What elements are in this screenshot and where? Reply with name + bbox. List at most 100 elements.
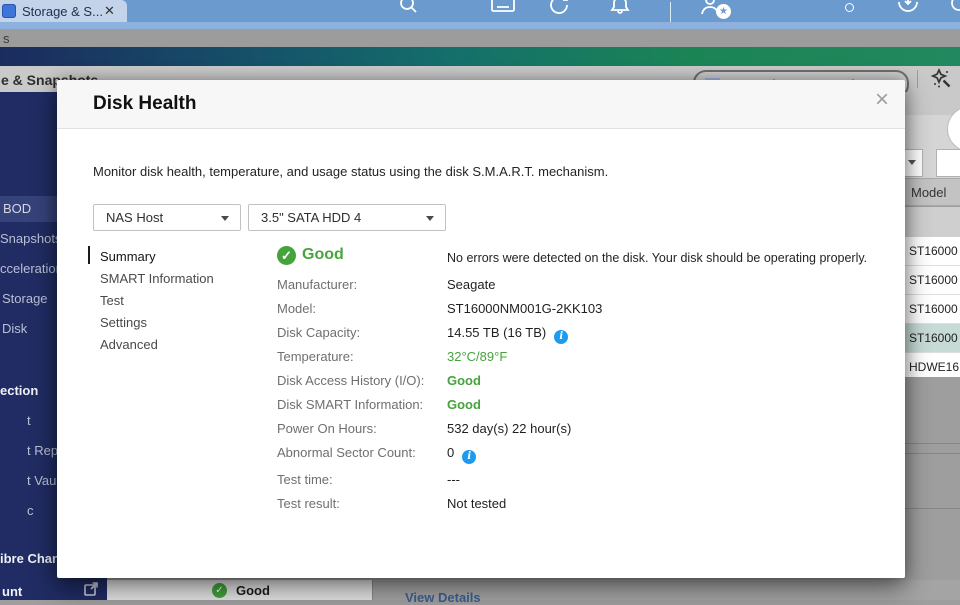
sidebar-item-vjbod[interactable]: BOD xyxy=(3,201,31,216)
chevron-down-icon xyxy=(908,160,916,165)
desktop-icon[interactable] xyxy=(490,0,516,16)
field-value: Seagate xyxy=(447,277,495,292)
disk-select-value: 3.5" SATA HDD 4 xyxy=(261,210,361,225)
field-disk-smart-information: Disk SMART Information:Good xyxy=(277,397,481,413)
search-icon[interactable] xyxy=(398,0,420,16)
disk-select[interactable]: 3.5" SATA HDD 4 xyxy=(248,204,446,231)
banner-gradient xyxy=(0,47,960,66)
disk-health-dialog: Disk Health × Monitor disk health, tempe… xyxy=(57,80,905,578)
field-label: Test time: xyxy=(277,472,447,487)
table-row[interactable]: ST16000 xyxy=(905,266,960,295)
admin-star-icon: ★ xyxy=(716,4,731,19)
field-label: Disk Capacity: xyxy=(277,325,447,340)
info-icon[interactable]: i xyxy=(462,450,476,464)
field-label: Disk SMART Information: xyxy=(277,397,447,412)
field-model: Model:ST16000NM001G-2KK103 xyxy=(277,301,602,317)
field-label: Disk Access History (I/O): xyxy=(277,373,447,388)
tab-summary[interactable]: Summary xyxy=(100,249,156,264)
field-value: Good xyxy=(447,373,481,388)
taskbar-edge xyxy=(0,22,960,29)
tab-advanced[interactable]: Advanced xyxy=(100,337,158,352)
filter-dropdown[interactable] xyxy=(905,149,923,177)
chevron-down-icon xyxy=(426,216,434,221)
sidebar-item-iscsi[interactable]: c xyxy=(27,503,34,518)
disk-rows: ST16000 ST16000 ST16000 ST16000 HDWE16 xyxy=(905,237,960,382)
divider xyxy=(905,508,960,509)
field-value: Not tested xyxy=(447,496,506,511)
dialog-description: Monitor disk health, temperature, and us… xyxy=(93,164,608,179)
field-manufacturer: Manufacturer:Seagate xyxy=(277,277,495,293)
field-label: Abnormal Sector Count: xyxy=(277,445,447,460)
refresh-icon[interactable] xyxy=(548,0,572,16)
divider xyxy=(905,443,960,444)
chevron-down-icon xyxy=(221,216,229,221)
sidebar-item-snapshot[interactable]: t xyxy=(27,413,31,428)
health-status: Good xyxy=(302,246,344,264)
help-icon[interactable] xyxy=(948,0,960,16)
info-icon[interactable]: i xyxy=(554,330,568,344)
sidebar-item-acceleration[interactable]: cceleration xyxy=(0,261,63,276)
field-value: 32°C/89°F xyxy=(447,349,507,364)
field-label: Power On Hours: xyxy=(277,421,447,436)
storage-app-icon xyxy=(2,4,16,18)
dialog-title: Disk Health xyxy=(93,93,196,115)
good-check-icon: ✓ xyxy=(277,246,296,265)
health-check-icon: ✓ xyxy=(212,583,227,598)
adjacent-control[interactable] xyxy=(936,149,960,177)
sidebar-item-storage[interactable]: Storage xyxy=(2,291,48,306)
status-dot-icon xyxy=(845,3,854,12)
host-select[interactable]: NAS Host xyxy=(93,204,241,231)
tab-test[interactable]: Test xyxy=(100,293,124,308)
field-label: Model: xyxy=(277,301,447,316)
menu-fragment: s xyxy=(3,31,10,46)
field-temperature: Temperature:32°C/89°F xyxy=(277,349,507,365)
tab-close-icon[interactable]: ✕ xyxy=(104,3,115,19)
field-disk-access-history: Disk Access History (I/O):Good xyxy=(277,373,481,389)
field-test-result: Test result:Not tested xyxy=(277,496,506,512)
field-value: ST16000NM001G-2KK103 xyxy=(447,301,602,316)
sidebar-item-snapshots[interactable]: Snapshots xyxy=(0,231,61,246)
field-value: --- xyxy=(447,472,460,487)
field-disk-capacity: Disk Capacity:14.55 TB (16 TB) i xyxy=(277,325,568,341)
sidebar-section-fibre-channel: ibre Chan xyxy=(0,551,60,566)
table-row[interactable]: ST16000 xyxy=(905,237,960,266)
field-label: Temperature: xyxy=(277,349,447,364)
menu-strip: s xyxy=(0,29,960,47)
field-value: 0 xyxy=(447,445,454,460)
field-value: Good xyxy=(447,397,481,412)
tab-smart-information[interactable]: SMART Information xyxy=(100,271,214,286)
view-details-link[interactable]: View Details xyxy=(405,590,481,605)
sidebar-section-protection: ection xyxy=(0,383,38,398)
app-tab-storage-snapshots[interactable]: Storage & S... ✕ xyxy=(0,0,127,22)
field-value: 14.55 TB (16 TB) xyxy=(447,325,546,340)
host-select-value: NAS Host xyxy=(106,210,163,225)
sidebar-item-mount[interactable]: unt xyxy=(2,584,22,599)
table-empty-area xyxy=(905,377,960,580)
field-value: 532 day(s) 22 hour(s) xyxy=(447,421,571,436)
field-power-on-hours: Power On Hours:532 day(s) 22 hour(s) xyxy=(277,421,571,437)
panel-toolbar-bg xyxy=(905,92,960,115)
column-header-model[interactable]: Model xyxy=(905,178,960,206)
taskbar: Storage & S... ✕ ★ xyxy=(0,0,960,22)
wizard-wand-icon[interactable] xyxy=(929,66,953,92)
field-test-time: Test time:--- xyxy=(277,472,460,488)
tab-title: Storage & S... xyxy=(22,4,102,19)
field-label: Manufacturer: xyxy=(277,277,447,292)
download-icon[interactable] xyxy=(895,0,921,16)
sidebar-item-disk[interactable]: Disk xyxy=(2,321,27,336)
table-row-selected[interactable]: ST16000 xyxy=(905,324,960,353)
table-group-row xyxy=(905,207,960,237)
health-status-label: Good xyxy=(236,583,270,598)
tab-settings[interactable]: Settings xyxy=(100,315,147,330)
disk-table-panel: Model ST16000 ST16000 ST16000 ST16000 HD… xyxy=(905,92,960,580)
health-status-note: No errors were detected on the disk. You… xyxy=(447,251,867,265)
taskbar-divider xyxy=(670,2,671,22)
toolbar-divider xyxy=(917,70,918,88)
field-abnormal-sector-count: Abnormal Sector Count:0i xyxy=(277,445,476,461)
close-icon[interactable]: × xyxy=(875,86,889,114)
table-row[interactable]: ST16000 xyxy=(905,295,960,324)
bell-icon[interactable] xyxy=(608,0,632,16)
active-nav-indicator xyxy=(88,246,90,264)
divider xyxy=(905,453,960,454)
external-link-icon[interactable] xyxy=(83,581,99,597)
